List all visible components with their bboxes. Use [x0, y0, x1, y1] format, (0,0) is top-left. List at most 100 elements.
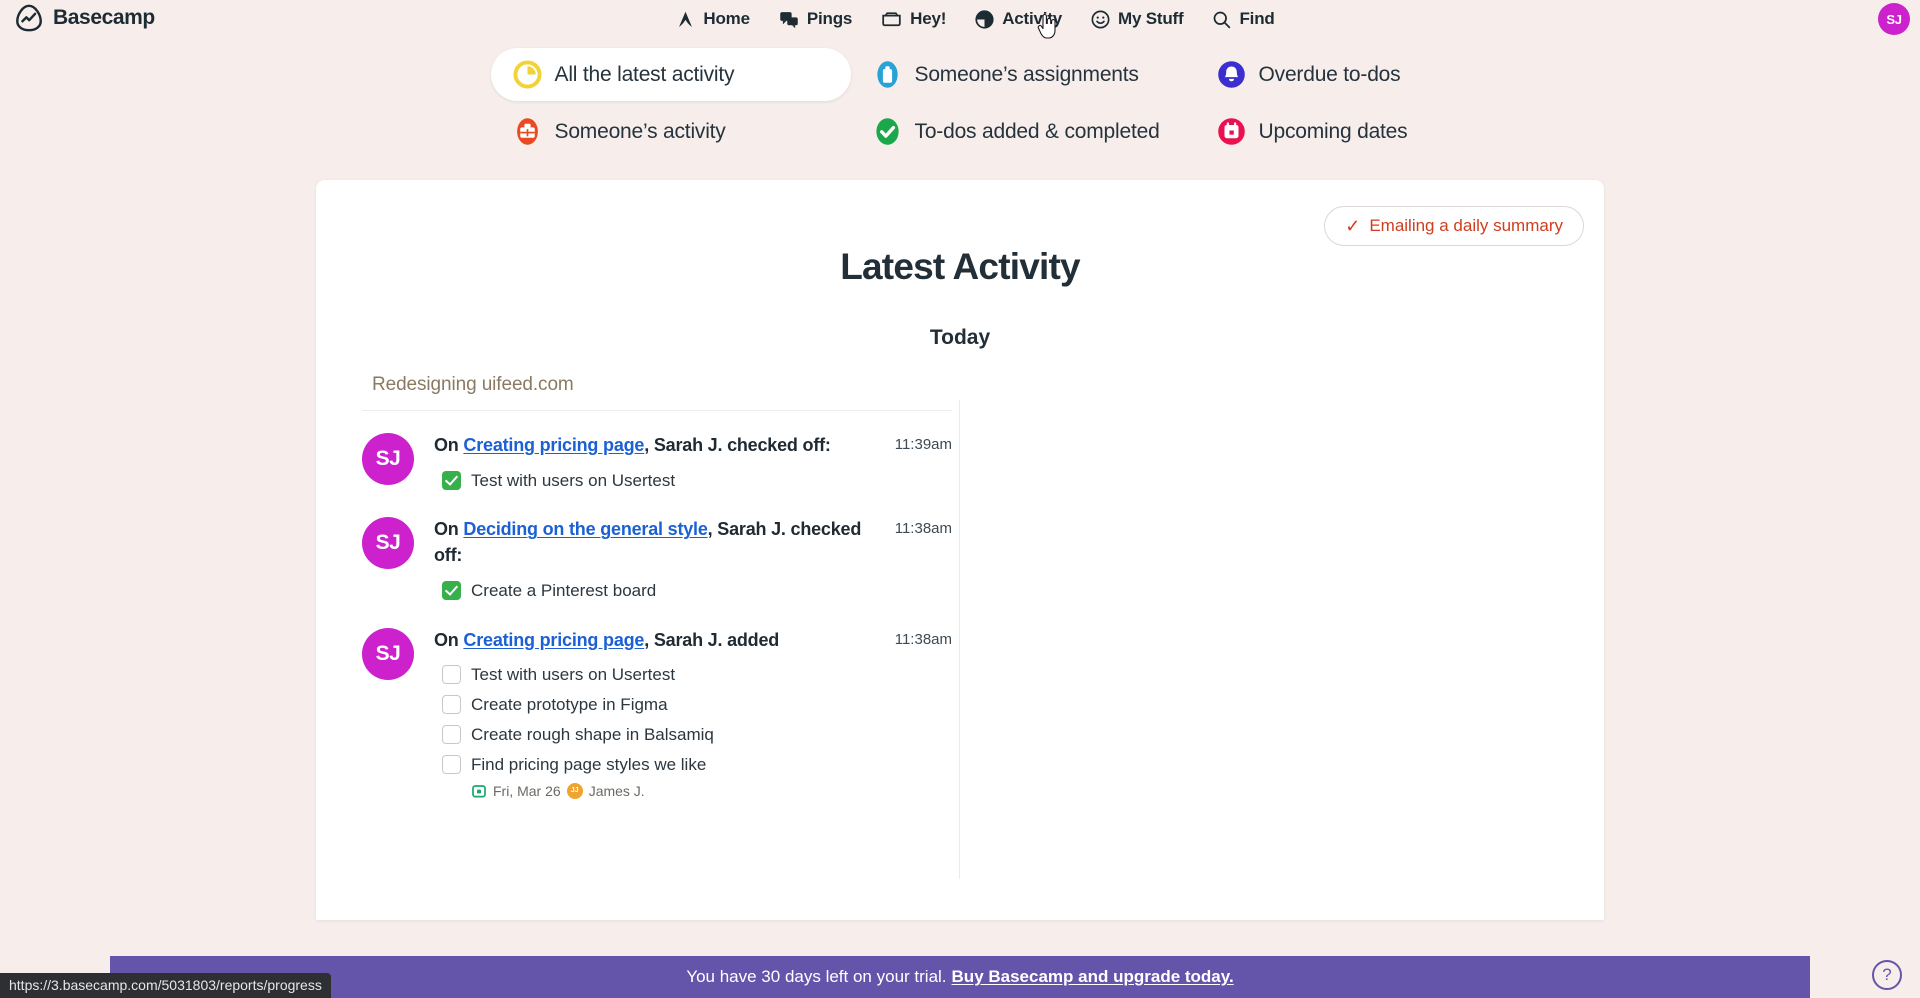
buy-basecamp-link[interactable]: Buy Basecamp and upgrade today. [952, 967, 1234, 987]
bell-icon [1217, 60, 1246, 89]
nav-label: Pings [806, 9, 853, 28]
home-icon [675, 9, 696, 30]
todo-item: Create a Pinterest board [434, 576, 872, 606]
checkbox-empty-icon[interactable] [442, 724, 461, 744]
todo-due-date: Fri, Mar 26 [493, 782, 561, 799]
nav-label: My Stuff [1118, 9, 1184, 28]
emailing-daily-summary-button[interactable]: ✓ Emailing a daily summary [1324, 206, 1584, 246]
activity-feed: Redesigning uifeed.com SJ On Creating pr… [362, 374, 960, 879]
filter-chip-label: Someone’s activity [554, 119, 726, 143]
avatar: JJ [566, 782, 583, 799]
clock-icon [512, 60, 542, 89]
todo-list: Test with users on Usertest Create proto… [434, 660, 872, 799]
main-nav: Home Pings Hey! Activity My Stuff Find [645, 9, 1275, 30]
summary-button-label: Emailing a daily summary [1369, 216, 1563, 235]
entry-suffix: , Sarah J. checked off: [644, 435, 831, 455]
nav-item-home[interactable]: Home [675, 9, 750, 30]
todo-list: Test with users on Usertest [434, 466, 872, 496]
checkbox-empty-icon[interactable] [442, 754, 461, 774]
avatar: SJ [362, 627, 414, 680]
avatar[interactable]: SJ [1878, 3, 1910, 35]
status-bar-url: https://3.basecamp.com/5031803/reports/p… [0, 973, 331, 998]
project-name-link[interactable]: Redesigning uifeed.com [362, 374, 952, 411]
check-circle-icon [873, 117, 902, 146]
entry-headline: On Creating pricing page, Sarah J. added [434, 628, 872, 654]
filter-chip-label: Upcoming dates [1258, 119, 1408, 143]
todo-label: Create prototype in Figma [471, 695, 668, 714]
trial-banner-text: You have 30 days left on your trial. [686, 967, 947, 986]
clipboard-icon [873, 60, 902, 89]
todo-metadata: Fri, Mar 26 JJ James J. [434, 780, 872, 799]
filter-chip-all-the-latest-activity[interactable]: All the latest activity [490, 48, 851, 101]
entry-headline: On Creating pricing page, Sarah J. check… [434, 433, 872, 459]
filter-chip-someones-assignments[interactable]: Someone’s assignments [851, 48, 1195, 101]
entry-prefix: On [434, 435, 464, 455]
filter-chip-label: Overdue to-dos [1258, 62, 1401, 86]
chat-bubbles-icon [778, 9, 800, 30]
filter-chip-upcoming-dates[interactable]: Upcoming dates [1195, 105, 1430, 158]
entry-timestamp: 11:39am [894, 436, 952, 453]
nav-label: Find [1239, 9, 1275, 28]
activity-filter-chips: All the latest activity Someone’s assign… [0, 38, 1920, 158]
checkbox-checked-icon[interactable] [442, 470, 461, 490]
todo-label: Test with users on Usertest [471, 470, 676, 490]
smiley-face-icon [1090, 9, 1111, 30]
checkbox-empty-icon[interactable] [442, 695, 461, 714]
inbox-tray-icon [880, 9, 903, 30]
activity-entry: SJ On Creating pricing page, Sarah J. ad… [362, 606, 952, 799]
entry-todo-link[interactable]: Creating pricing page [463, 435, 644, 455]
calendar-icon [471, 783, 487, 799]
check-icon: ✓ [1345, 216, 1361, 236]
nav-item-find[interactable]: Find [1211, 9, 1275, 30]
filter-chip-overdue-to-dos[interactable]: Overdue to-dos [1195, 48, 1430, 101]
entry-headline: On Deciding on the general style, Sarah … [434, 517, 872, 568]
nav-item-my-stuff[interactable]: My Stuff [1090, 9, 1184, 30]
checkbox-empty-icon[interactable] [442, 665, 461, 685]
activity-report-card: ✓ Emailing a daily summary Latest Activi… [316, 180, 1604, 920]
todo-label: Create a Pinterest board [471, 580, 657, 600]
filter-chip-label: Someone’s assignments [914, 62, 1139, 86]
activity-entry: SJ On Deciding on the general style, Sar… [362, 495, 952, 605]
avatar: SJ [362, 517, 414, 570]
todo-item: Test with users on Usertest [434, 466, 872, 496]
help-button[interactable]: ? [1872, 960, 1902, 990]
day-heading: Today [929, 326, 991, 349]
search-icon [1211, 9, 1232, 30]
pie-clock-icon [974, 9, 995, 30]
todo-item: Create prototype in Figma [434, 690, 872, 720]
top-navigation-bar: Basecamp Home Pings Hey! Activity My Stu… [0, 0, 1920, 39]
todo-item: Create rough shape in Balsamiq [434, 720, 872, 750]
entry-todo-link[interactable]: Deciding on the general style [463, 519, 707, 539]
entry-prefix: On [434, 519, 464, 540]
filter-chip-someones-activity[interactable]: Someone’s activity [491, 105, 851, 158]
nav-item-pings[interactable]: Pings [778, 9, 852, 30]
nav-item-hey[interactable]: Hey! [880, 9, 946, 30]
avatar: SJ [362, 433, 414, 485]
calendar-icon [1217, 117, 1246, 146]
briefcase-icon [513, 117, 542, 146]
brand-name: Basecamp [53, 6, 155, 29]
entry-timestamp: 11:38am [894, 520, 952, 538]
nav-item-activity[interactable]: Activity [974, 9, 1062, 30]
todo-assignee: James J. [588, 782, 645, 799]
nav-label: Home [703, 9, 750, 28]
todo-label: Create rough shape in Balsamiq [471, 724, 714, 744]
entry-timestamp: 11:38am [894, 630, 952, 648]
entry-prefix: On [434, 629, 464, 650]
activity-entry: SJ On Creating pricing page, Sarah J. ch… [362, 411, 952, 495]
entry-todo-link[interactable]: Creating pricing page [463, 630, 644, 650]
checkbox-checked-icon[interactable] [442, 580, 461, 600]
entry-suffix: , Sarah J. added [644, 629, 780, 650]
trial-banner: You have 30 days left on your trial. Buy… [110, 956, 1810, 998]
filter-chip-label: To-dos added & completed [914, 119, 1160, 143]
todo-list: Create a Pinterest board [434, 576, 872, 606]
filter-chip-to-dos-added-completed[interactable]: To-dos added & completed [851, 105, 1195, 158]
basecamp-logo-icon [14, 3, 44, 33]
todo-item: Test with users on Usertest [434, 660, 872, 690]
todo-item: Find pricing page styles we like [434, 750, 872, 780]
todo-label: Find pricing page styles we like [471, 754, 707, 774]
filter-chip-label: All the latest activity [554, 62, 735, 86]
brand-logo-link[interactable]: Basecamp [14, 3, 155, 33]
nav-label: Hey! [910, 9, 947, 28]
todo-label: Test with users on Usertest [471, 665, 676, 685]
